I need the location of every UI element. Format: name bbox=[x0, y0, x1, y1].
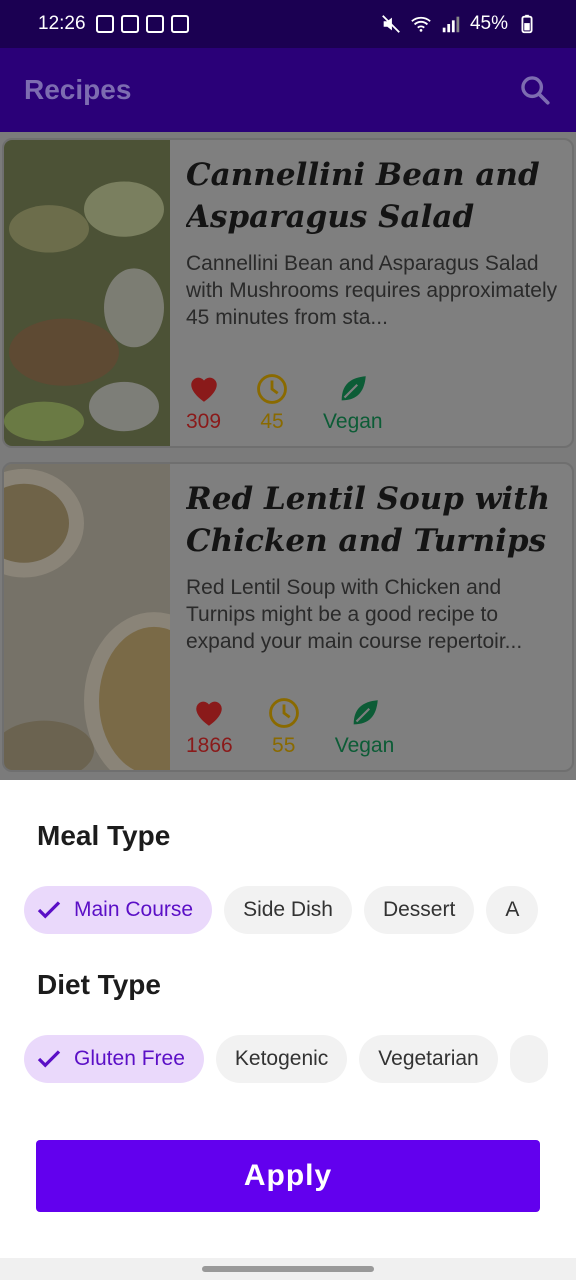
recipe-card[interactable]: Cannellini Bean and Asparagus Salad with… bbox=[2, 138, 574, 448]
time-stat: 45 bbox=[255, 372, 289, 434]
minutes-count: 45 bbox=[260, 410, 284, 433]
status-time: 12:26 bbox=[38, 13, 86, 34]
recipe-list: Cannellini Bean and Asparagus Salad with… bbox=[0, 132, 576, 780]
likes-count: 1866 bbox=[186, 734, 233, 757]
recipe-image bbox=[4, 464, 170, 770]
leaf-icon bbox=[353, 700, 378, 725]
filter-bottom-sheet: Meal Type Main Course Side Dish Dessert … bbox=[0, 780, 576, 1258]
chip-more[interactable] bbox=[509, 1035, 548, 1083]
diet-label: Vegan bbox=[323, 410, 383, 433]
likes-stat: 1866 bbox=[186, 696, 233, 758]
page-title: Recipes bbox=[24, 74, 132, 105]
check-icon bbox=[37, 901, 61, 919]
clock-icon bbox=[257, 374, 287, 404]
chip-gluten-free[interactable]: Gluten Free bbox=[24, 1035, 204, 1083]
heart-icon bbox=[190, 377, 217, 402]
meal-type-heading: Meal Type bbox=[37, 820, 171, 851]
search-icon[interactable] bbox=[518, 73, 552, 107]
app-bar: Recipes bbox=[0, 48, 576, 132]
chip-label: Vegetarian bbox=[378, 1047, 479, 1070]
image-icon bbox=[170, 15, 189, 33]
minutes-count: 55 bbox=[272, 734, 296, 757]
meal-type-chips: Main Course Side Dish Dessert A bbox=[24, 886, 552, 936]
battery-icon bbox=[521, 14, 533, 34]
heart-icon bbox=[196, 701, 223, 726]
chip-label: Ketogenic bbox=[234, 1047, 329, 1070]
apply-button[interactable]: Apply bbox=[36, 1140, 540, 1212]
notification-icon bbox=[95, 15, 114, 33]
time-stat: 55 bbox=[267, 696, 301, 758]
recipe-image bbox=[4, 140, 170, 446]
chip-more[interactable]: A bbox=[486, 886, 539, 934]
music-icon bbox=[145, 15, 164, 33]
recipe-description: Cannellini Bean and Asparagus Salad with… bbox=[186, 252, 558, 329]
lock-icon bbox=[120, 15, 139, 33]
vegan-stat: Vegan bbox=[334, 696, 395, 758]
navigation-bar bbox=[0, 1258, 576, 1280]
battery-percent: 45% bbox=[469, 13, 508, 34]
recipe-card[interactable]: Red Lentil Soup with Chicken and Turnips… bbox=[2, 462, 574, 772]
diet-type-chips: Gluten Free Ketogenic Vegetarian bbox=[24, 1035, 552, 1085]
chip-vegetarian[interactable]: Vegetarian bbox=[359, 1035, 498, 1083]
vegan-stat: Vegan bbox=[323, 372, 383, 434]
leaf-icon bbox=[341, 376, 366, 401]
chip-label: Main Course bbox=[74, 898, 194, 921]
recipe-title: Red Lentil Soup with Chicken and Turnips bbox=[186, 481, 551, 559]
chip-label: Dessert bbox=[382, 898, 456, 921]
diet-type-heading: Diet Type bbox=[37, 969, 161, 1000]
chip-label: A bbox=[505, 898, 520, 921]
chip-ketogenic[interactable]: Ketogenic bbox=[215, 1035, 348, 1083]
chip-label: Side Dish bbox=[243, 898, 333, 921]
clock-icon bbox=[268, 698, 299, 728]
home-gesture-handle[interactable] bbox=[202, 1266, 374, 1272]
diet-label: Vegan bbox=[334, 734, 395, 757]
notification-icons bbox=[95, 15, 189, 33]
recipe-description: Red Lentil Soup with Chicken and Turnips… bbox=[186, 576, 523, 653]
recipe-title: Cannellini Bean and Asparagus Salad with… bbox=[186, 157, 540, 235]
chip-side-dish[interactable]: Side Dish bbox=[224, 886, 352, 934]
wifi-icon bbox=[411, 16, 431, 32]
mute-icon bbox=[382, 15, 400, 33]
chip-main-course[interactable]: Main Course bbox=[24, 886, 213, 934]
check-icon bbox=[37, 1050, 61, 1068]
likes-stat: 309 bbox=[186, 372, 221, 434]
likes-count: 309 bbox=[186, 410, 222, 433]
status-bar: 12:26 45% bbox=[0, 0, 576, 48]
chip-dessert[interactable]: Dessert bbox=[363, 886, 475, 934]
signal-icon bbox=[442, 16, 460, 33]
chip-label: Gluten Free bbox=[74, 1047, 185, 1070]
